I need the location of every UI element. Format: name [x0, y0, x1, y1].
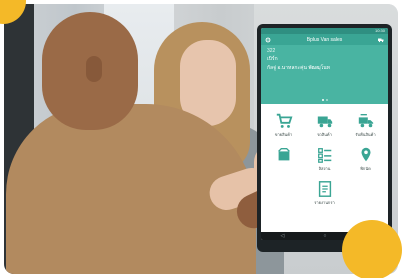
man-ear — [86, 56, 102, 82]
menu-item-empty — [263, 180, 304, 210]
return-truck-icon — [358, 114, 373, 128]
menu-item-label: พิกนัด — [360, 166, 371, 171]
home-icon[interactable]: ○ — [323, 232, 326, 240]
menu-item-sell[interactable]: ขายสินค้า — [263, 112, 304, 142]
menu-item-label: ขายสินค้า — [274, 132, 293, 137]
menu-item-tasks[interactable]: ลิสงาน — [304, 146, 345, 176]
decorative-yellow-circle — [342, 220, 402, 278]
photo-frame: 10:30 Bplus Van sales 322 เบิร์ก กัลจู่ … — [4, 4, 398, 274]
menu-item-location[interactable]: พิกนัด — [345, 146, 386, 176]
truck-icon[interactable] — [377, 37, 384, 43]
tablet-device: 10:30 Bplus Van sales 322 เบิร์ก กัลจู่ … — [257, 24, 392, 252]
app-bar: Bplus Van sales — [261, 34, 388, 45]
app-title: Bplus Van sales — [306, 36, 343, 43]
customer-code: 322 — [267, 48, 276, 54]
status-time: 10:30 — [374, 28, 385, 33]
customer-name: เบิร์ก — [267, 56, 278, 62]
cart-icon — [276, 113, 292, 128]
box-icon — [277, 148, 290, 161]
location-pin-icon — [361, 147, 370, 162]
gear-icon[interactable] — [265, 37, 271, 43]
customer-address: กัลจู่ อ.นาหลกะคุ่น พัฒฒุโนท — [267, 65, 330, 71]
back-icon[interactable]: ◁ — [281, 232, 285, 240]
menu-item-report[interactable]: รายงานกรา — [304, 180, 345, 210]
menu-item-label: รับคืนสินค้า — [355, 132, 376, 137]
menu-item-box[interactable] — [263, 146, 304, 176]
menu-item-label: ลิสงาน — [318, 166, 331, 171]
app-screen: 10:30 Bplus Van sales 322 เบิร์ก กัลจู่ … — [261, 28, 388, 240]
report-icon — [318, 181, 331, 197]
carousel-indicator — [261, 99, 388, 101]
truck-icon — [317, 116, 332, 128]
menu-item-label: รายงานกรา — [314, 200, 335, 205]
menu-grid: ขายสินค้า รถสินค้า รับคืนสินค้า ลิสงาน พ… — [261, 104, 388, 210]
menu-item-truck-stock[interactable]: รถสินค้า — [304, 112, 345, 142]
checklist-icon — [317, 148, 331, 163]
menu-item-label: รถสินค้า — [317, 132, 332, 137]
menu-item-empty — [345, 180, 386, 210]
customer-banner[interactable]: 322 เบิร์ก กัลจู่ อ.นาหลกะคุ่น พัฒฒุโนท — [261, 45, 388, 104]
menu-item-return[interactable]: รับคืนสินค้า — [345, 112, 386, 142]
